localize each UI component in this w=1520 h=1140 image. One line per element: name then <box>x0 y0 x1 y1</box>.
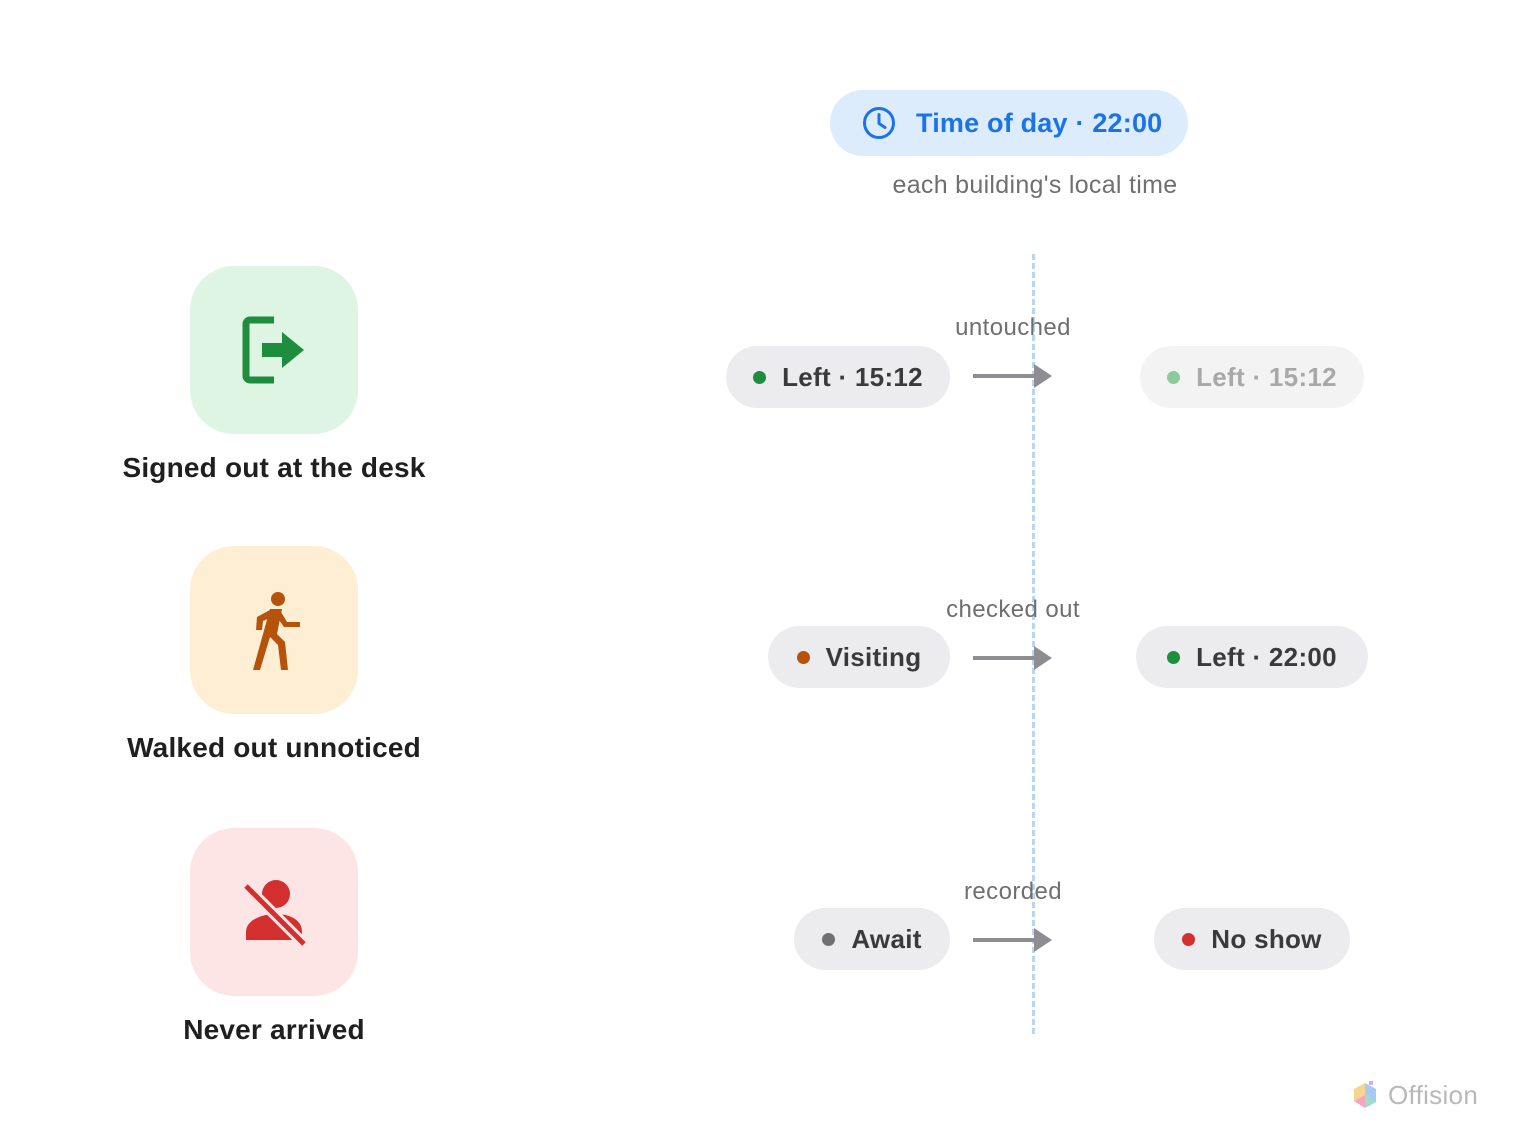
offision-logo-icon <box>1354 1080 1376 1108</box>
arrow-right-icon <box>973 364 1052 388</box>
arrow-right-icon <box>973 928 1052 952</box>
transition-label-untouched: untouched <box>955 314 1071 341</box>
arrow-right-icon <box>973 646 1052 670</box>
person-off-icon <box>242 880 308 948</box>
status-pill-left-2200: Left · 22:00 <box>1136 626 1368 688</box>
brand-logo: Offision <box>1352 1080 1478 1111</box>
status-pill-no-show: No show <box>1154 908 1350 970</box>
status-pill-text: Visiting <box>825 641 922 672</box>
status-pill-text: No show <box>1211 923 1322 954</box>
status-pill-left-before: Left · 15:12 <box>726 346 950 408</box>
status-pill-visiting: Visiting <box>768 626 950 688</box>
walking-person-icon <box>253 592 300 670</box>
status-pill-text: Left · 22:00 <box>1196 641 1337 672</box>
local-time-note: each building's local time <box>892 171 1178 199</box>
status-dot <box>796 650 810 664</box>
sign-out-tile <box>190 266 358 434</box>
scenario-label-signed-out: Signed out at the desk <box>122 452 426 483</box>
status-dot <box>1167 650 1181 664</box>
status-dot <box>822 932 836 946</box>
clock-icon <box>863 107 895 139</box>
never-arrived-tile <box>190 828 358 996</box>
walked-out-tile <box>190 546 358 714</box>
status-pill-left-after: Left · 15:12 <box>1140 346 1364 408</box>
time-of-day-label: Time of day · 22:00 <box>916 107 1163 138</box>
scenario-label-walked-out: Walked out unnoticed <box>127 732 421 763</box>
transition-label-checked-out: checked out <box>946 596 1080 623</box>
status-pill-await: Await <box>794 908 950 970</box>
brand-name: Offision <box>1388 1080 1479 1110</box>
status-dot <box>753 370 767 384</box>
status-dot <box>1182 932 1196 946</box>
time-of-day-pill: Time of day · 22:00 <box>830 90 1188 156</box>
scenario-label-never-arrived: Never arrived <box>183 1014 365 1045</box>
status-pill-text: Left · 15:12 <box>1196 361 1337 392</box>
status-pill-text: Await <box>851 923 922 954</box>
status-dot <box>1167 370 1181 384</box>
transition-label-recorded: recorded <box>964 878 1062 905</box>
status-pill-text: Left · 15:12 <box>782 361 923 392</box>
sign-out-icon <box>242 316 304 384</box>
